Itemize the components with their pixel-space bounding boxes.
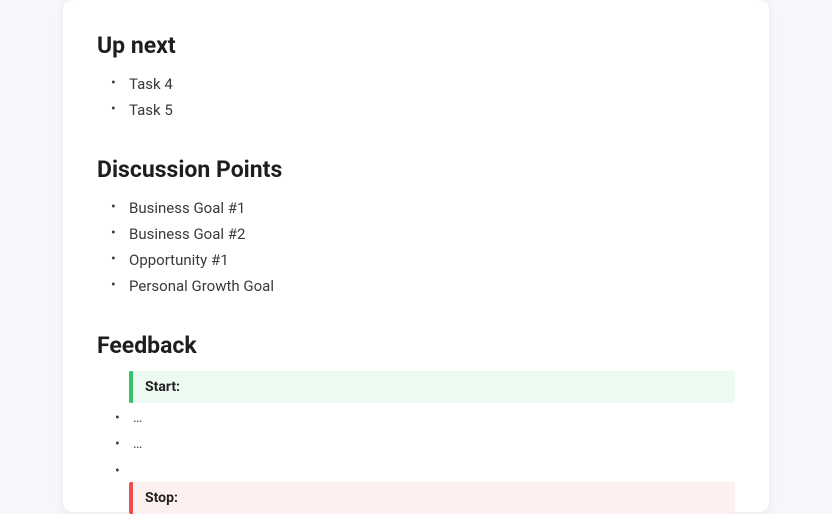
upnext-heading: Up next	[97, 32, 735, 59]
list-item: Business Goal #1	[111, 195, 735, 221]
upnext-list: Task 4 Task 5	[111, 71, 735, 124]
list-item: Task 5	[111, 97, 735, 123]
stop-callout: Stop:	[129, 482, 735, 514]
list-item: Task 4	[111, 71, 735, 97]
feedback-block: Start: … … Stop:	[129, 371, 735, 514]
feedback-heading: Feedback	[97, 332, 735, 359]
discussion-list: Business Goal #1 Business Goal #2 Opport…	[111, 195, 735, 300]
start-callout: Start:	[129, 371, 735, 403]
list-item: Business Goal #2	[111, 221, 735, 247]
list-item: …	[115, 431, 735, 458]
list-item: Personal Growth Goal	[111, 273, 735, 299]
list-item: Opportunity #1	[111, 247, 735, 273]
document-card: Up next Task 4 Task 5 Discussion Points …	[63, 0, 769, 512]
list-item	[115, 458, 735, 476]
start-items: … …	[115, 405, 735, 476]
discussion-heading: Discussion Points	[97, 156, 735, 183]
list-item: …	[115, 405, 735, 432]
